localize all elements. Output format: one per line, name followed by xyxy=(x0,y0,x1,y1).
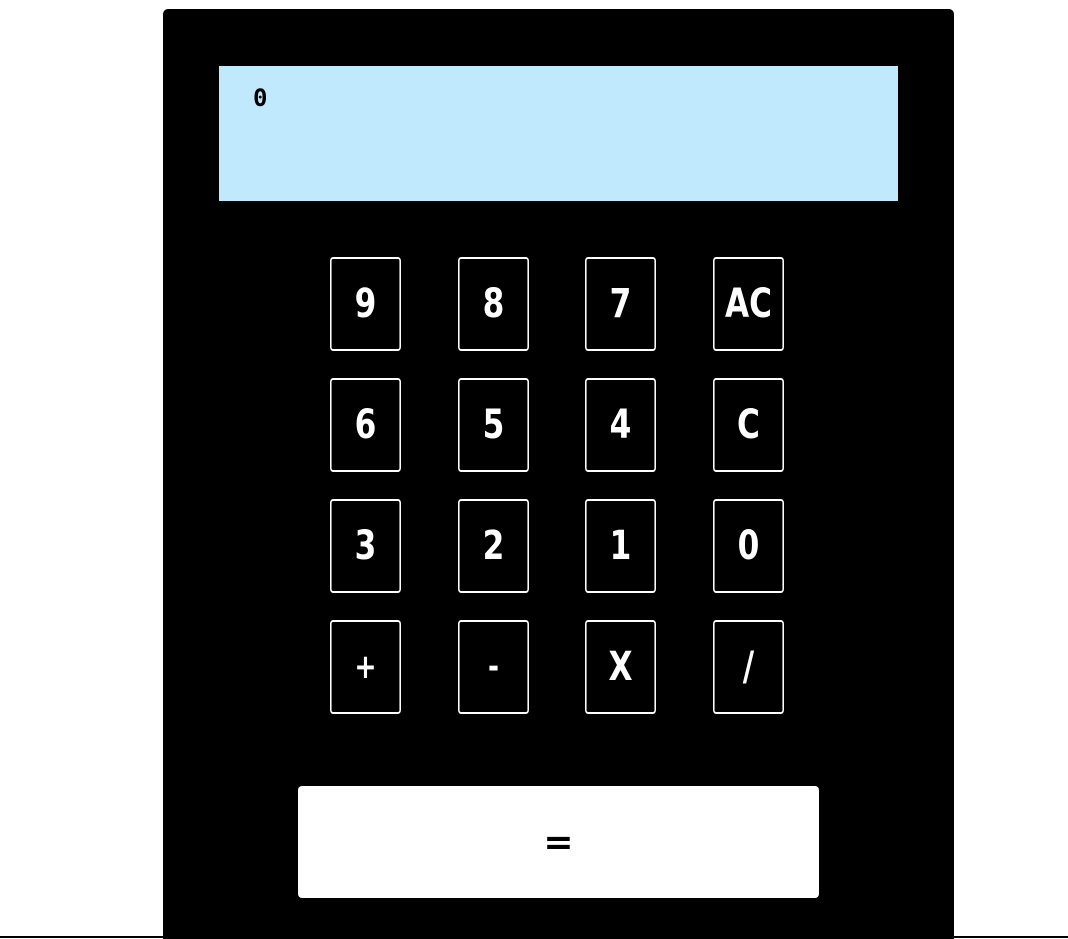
key-label: 5 xyxy=(482,402,505,448)
key-label: 6 xyxy=(354,402,377,448)
key-label: X xyxy=(608,644,633,690)
key-clear[interactable]: C xyxy=(713,378,784,472)
key-label: 2 xyxy=(482,523,505,569)
key-divide[interactable]: / xyxy=(713,620,784,714)
key-label: C xyxy=(737,402,760,448)
key-label: - xyxy=(487,647,500,687)
equals-button[interactable]: = xyxy=(298,786,819,898)
display-value: 0 xyxy=(253,84,268,112)
key-0[interactable]: 0 xyxy=(713,499,784,593)
key-plus[interactable]: + xyxy=(330,620,401,714)
key-9[interactable]: 9 xyxy=(330,257,401,351)
key-all-clear[interactable]: AC xyxy=(713,257,784,351)
key-1[interactable]: 1 xyxy=(585,499,656,593)
calculator-display: 0 xyxy=(219,66,898,201)
key-5[interactable]: 5 xyxy=(458,378,529,472)
key-label: 4 xyxy=(609,402,632,448)
key-2[interactable]: 2 xyxy=(458,499,529,593)
key-label: 9 xyxy=(354,281,377,327)
key-4[interactable]: 4 xyxy=(585,378,656,472)
key-multiply[interactable]: X xyxy=(585,620,656,714)
key-3[interactable]: 3 xyxy=(330,499,401,593)
key-label: AC xyxy=(724,281,773,327)
key-7[interactable]: 7 xyxy=(585,257,656,351)
key-label: 0 xyxy=(737,523,760,569)
key-label: 1 xyxy=(609,523,632,569)
key-label: 8 xyxy=(482,281,505,327)
key-label: / xyxy=(742,644,755,690)
equals-label: = xyxy=(543,821,574,863)
calculator: 0 9 8 7 AC 6 5 4 C 3 2 1 0 + - X / = xyxy=(163,9,954,939)
key-8[interactable]: 8 xyxy=(458,257,529,351)
key-minus[interactable]: - xyxy=(458,620,529,714)
key-label: + xyxy=(354,647,377,687)
key-label: 7 xyxy=(609,281,632,327)
key-6[interactable]: 6 xyxy=(330,378,401,472)
key-label: 3 xyxy=(354,523,377,569)
